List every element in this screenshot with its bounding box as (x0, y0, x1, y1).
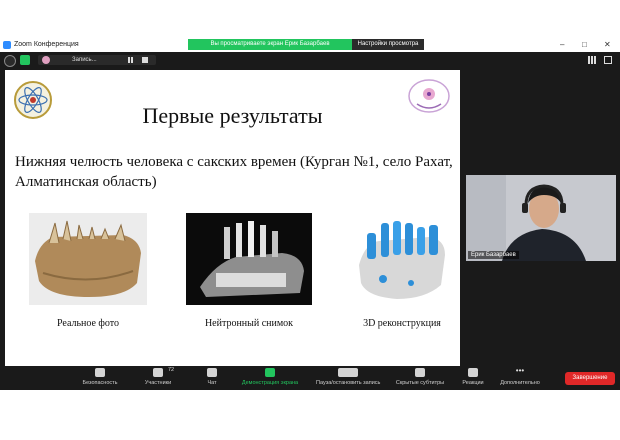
chat-icon (207, 368, 217, 377)
more-icon: ••• (515, 366, 525, 375)
slide-subtitle: Нижняя челюсть человека с сакских времен… (15, 154, 453, 190)
subtitles-button[interactable]: Скрытые субтитры (396, 368, 444, 390)
pause-recording-button[interactable]: Пауза/остановить запись (316, 368, 380, 390)
share-screen-button[interactable]: Демонстрация экрана (242, 368, 298, 390)
info-icon[interactable] (4, 55, 16, 67)
meeting-top-bar: Запись... (0, 52, 620, 68)
zoom-app-icon (3, 41, 11, 49)
minimize-icon[interactable]: – (560, 39, 564, 51)
more-button[interactable]: ••• Дополнительно (498, 366, 542, 390)
share-banner-text: Вы просматриваете экран Ерик Базарбаев (188, 39, 352, 50)
caption-3d: 3D реконструкция (363, 318, 441, 329)
participant-name: Ерик Базарбаев (468, 251, 519, 259)
view-settings-button[interactable]: Настройки просмотра (352, 39, 424, 50)
caption-real-photo: Реальное фото (56, 318, 120, 329)
jaw-photo (29, 213, 147, 305)
gallery-view-icon[interactable] (588, 56, 596, 64)
neutron-image (186, 213, 312, 305)
recording-indicator (38, 55, 156, 65)
security-button[interactable]: Безопасность (78, 368, 122, 390)
end-meeting-button[interactable]: Завершение (565, 372, 615, 385)
recording-label: Запись... (72, 57, 97, 63)
slide-title: Первые результаты (142, 103, 323, 128)
reactions-button[interactable]: Реакции (451, 368, 495, 390)
participants-count: 72 (168, 367, 175, 373)
fullscreen-icon[interactable] (604, 56, 612, 64)
shield-icon[interactable] (20, 55, 30, 65)
participants-icon (153, 368, 163, 377)
shared-slide: Первые результаты Нижняя челюсть человек… (5, 70, 460, 366)
zoom-window: Zoom Конференция Вы просматриваете экран… (0, 38, 620, 390)
share-screen-icon (265, 368, 275, 377)
participant-avatar (466, 175, 616, 261)
participant-video[interactable]: Ерик Базарбаев (466, 175, 616, 261)
reaction-icon (468, 368, 478, 377)
pause-recording-icon[interactable] (128, 57, 130, 63)
shield-icon (95, 368, 105, 377)
title-bar: Zoom Конференция Вы просматриваете экран… (0, 38, 620, 52)
cc-icon (415, 368, 425, 377)
share-banner: Вы просматриваете экран Ерик Базарбаев Н… (188, 39, 424, 50)
participants-button[interactable]: 72 Участники (136, 367, 180, 390)
maximize-icon[interactable]: □ (582, 39, 587, 51)
meeting-toolbar: Безопасность 72 Участники Чат Демонстрац… (0, 366, 620, 390)
caption-neutron: Нейтронный снимок (204, 318, 294, 329)
window-title: Zoom Конференция (14, 41, 79, 48)
pause-stop-icon (338, 368, 358, 377)
chat-button[interactable]: Чат (190, 368, 234, 390)
stop-recording-icon[interactable] (142, 57, 148, 63)
3d-reconstruction (353, 213, 451, 305)
close-icon[interactable]: ✕ (604, 39, 611, 51)
recording-dot-icon (42, 56, 50, 64)
